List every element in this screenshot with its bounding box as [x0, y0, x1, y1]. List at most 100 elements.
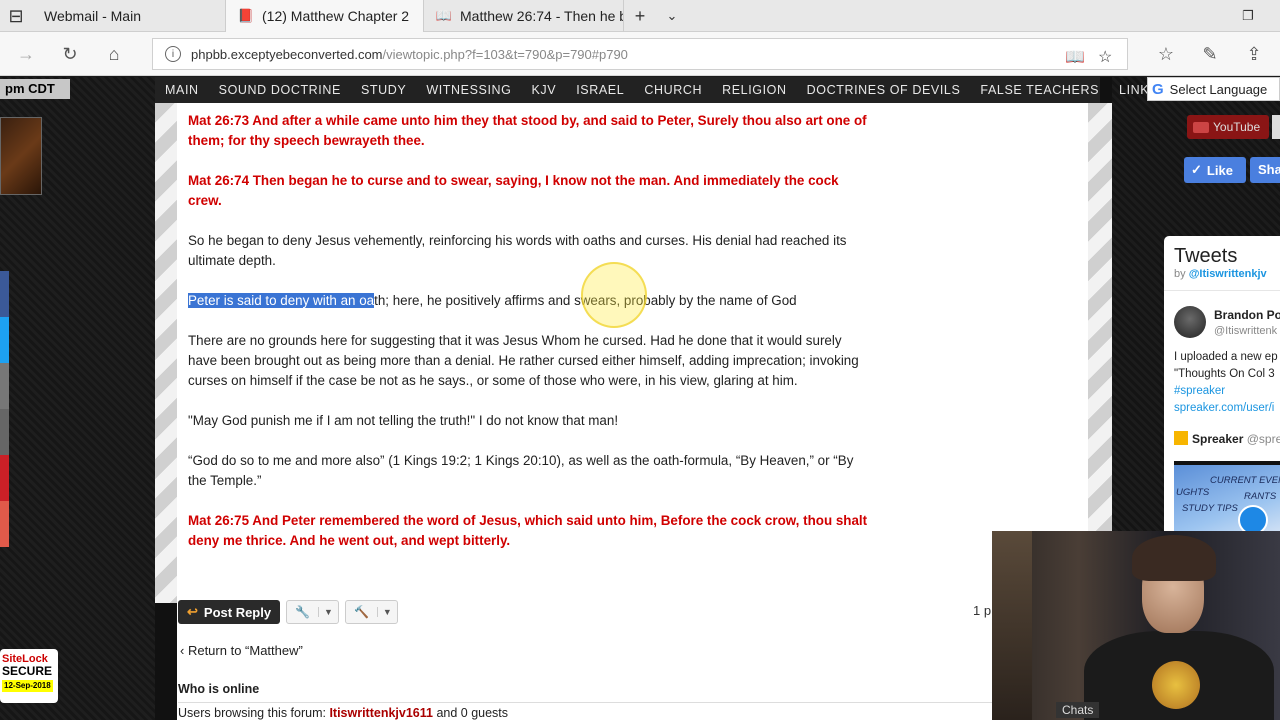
- thumb-text: UGHTS: [1176, 487, 1210, 498]
- verse-mat-26-74: Mat 26:74 Then began he to curse and to …: [188, 173, 839, 208]
- menu-item-israel[interactable]: ISRAEL: [576, 83, 624, 97]
- tab-matthew-2674[interactable]: 📖 Matthew 26:74 - Then he be: [424, 0, 624, 32]
- twitter-timeline-widget: Tweets by @Itiswrittenkjv Brandon Po @It…: [1164, 236, 1280, 536]
- like-label: Like: [1206, 162, 1233, 178]
- window-restore-icon[interactable]: ❐: [1232, 0, 1264, 32]
- return-link-label: Return to “Matthew”: [187, 643, 303, 658]
- url-field[interactable]: i phpbb.exceptyebeconverted.com/viewtopi…: [152, 38, 1128, 70]
- menu-item-religion[interactable]: RELIGION: [722, 83, 787, 97]
- online-users-line: Users browsing this forum: Itiswrittenkj…: [178, 702, 1088, 720]
- tweets-byline: by @Itiswrittenkjv: [1164, 268, 1280, 280]
- site-info-icon[interactable]: i: [165, 46, 181, 62]
- pagination-text: 1 p: [973, 603, 992, 618]
- share-icon[interactable]: ⇪: [1238, 38, 1270, 70]
- spreaker-star-icon: [1174, 431, 1188, 445]
- tab-title: (12) Matthew Chapter 2: [262, 8, 410, 24]
- commentary-paragraph: "May God punish me if I am not telling t…: [188, 413, 619, 428]
- menu-item-church[interactable]: CHURCH: [644, 83, 702, 97]
- topic-tools-button[interactable]: 🔧 ▼: [286, 600, 339, 624]
- tweet-author-handle: @Itiswrittenk: [1214, 325, 1278, 337]
- spreaker-card-header: Spreaker @spre: [1174, 431, 1280, 446]
- dropdown-caret-icon: ▼: [376, 607, 397, 617]
- facebook-like-button[interactable]: ✓ Like: [1184, 157, 1246, 183]
- verse-mat-26-75: Mat 26:75 And Peter remembered the word …: [188, 513, 868, 548]
- address-toolbar: → ↻ ⌂ i phpbb.exceptyebeconverted.com/vi…: [0, 32, 1280, 76]
- right-decorative-stripe: [1088, 103, 1112, 603]
- more-share-strip[interactable]: [0, 501, 9, 547]
- selected-text: Peter is said to deny with an oa: [188, 293, 375, 308]
- tweet-author-name[interactable]: Brandon Po: [1214, 308, 1280, 322]
- home-icon[interactable]: ⌂: [98, 38, 130, 70]
- tweet-text: I uploaded a new ep "Thoughts On Col 3 #…: [1174, 349, 1280, 417]
- menu-item-witnessing[interactable]: WITNESSING: [426, 83, 511, 97]
- tab-title: Webmail - Main: [44, 8, 141, 24]
- mouse-cursor-highlight: [581, 262, 647, 328]
- post-reply-button[interactable]: ↩ Post Reply: [178, 600, 281, 624]
- tweets-handle-link[interactable]: @Itiswrittenkjv: [1189, 268, 1267, 280]
- tweet-hashtag-link[interactable]: #spreaker: [1174, 383, 1280, 400]
- background-shelf: [992, 531, 1032, 720]
- facebook-share-button[interactable]: Sha: [1250, 157, 1280, 183]
- language-selector[interactable]: G Select Language: [1147, 77, 1280, 101]
- return-to-forum-link[interactable]: ‹ Return to “Matthew”: [180, 643, 303, 658]
- tab-matthew-chapter[interactable]: 📕 (12) Matthew Chapter 2: [226, 0, 424, 32]
- clock-label: pm CDT: [0, 79, 70, 99]
- shirt-logo: [1152, 661, 1200, 709]
- tweets-by: by: [1174, 268, 1189, 280]
- commentary-paragraph: There are no grounds here for suggesting…: [188, 333, 859, 388]
- pen-notes-icon[interactable]: ✎: [1194, 38, 1226, 70]
- google-g-icon: G: [1152, 80, 1164, 98]
- favorites-hub-icon[interactable]: ☆: [1150, 38, 1182, 70]
- thumb-text: STUDY TIPS: [1182, 503, 1238, 514]
- language-label: Select Language: [1169, 81, 1268, 97]
- avatar[interactable]: [1174, 306, 1206, 338]
- site-nav-menu: MAIN SOUND DOCTRINE STUDY WITNESSING KJV…: [155, 77, 1158, 103]
- new-tab-plus-icon[interactable]: +: [624, 0, 656, 32]
- online-user-link[interactable]: Itiswrittenkjv1611: [329, 706, 433, 720]
- tweet-url-link[interactable]: spreaker.com/user/i: [1174, 400, 1280, 417]
- tab-list-chevron-icon[interactable]: ⌄: [656, 0, 688, 32]
- commentary-paragraph: So he began to deny Jesus vehemently, re…: [188, 233, 847, 268]
- dropdown-caret-icon: ▼: [318, 607, 338, 617]
- bible-image[interactable]: [0, 117, 42, 195]
- who-is-online-heading: Who is online: [178, 682, 260, 696]
- check-icon: ✓: [1191, 162, 1202, 177]
- twitter-share-strip[interactable]: [0, 317, 9, 363]
- thumb-text: CURRENT EVENTS: [1210, 475, 1280, 486]
- favorite-star-icon[interactable]: ☆: [1098, 47, 1112, 67]
- reading-view-icon[interactable]: 📖: [1065, 47, 1085, 67]
- tweets-title: Tweets: [1174, 245, 1238, 267]
- menu-item-kjv[interactable]: KJV: [532, 83, 557, 97]
- youtube-subscribe-button[interactable]: YouTube: [1187, 115, 1269, 139]
- tab-webmail[interactable]: Webmail - Main: [32, 0, 226, 32]
- book-favicon-icon: 📖: [435, 8, 453, 23]
- print-share-strip[interactable]: [0, 409, 9, 455]
- presenter-hair: [1132, 535, 1216, 581]
- menu-item-false-teachers[interactable]: FALSE TEACHERS: [980, 83, 1099, 97]
- online-prefix: Users browsing this forum:: [178, 706, 330, 720]
- tweet-line: "Thoughts On Col 3: [1174, 368, 1275, 380]
- menu-item-doctrines-of-devils[interactable]: DOCTRINES OF DEVILS: [807, 83, 961, 97]
- post-reply-label: Post Reply: [203, 604, 272, 620]
- divider: [1164, 290, 1280, 291]
- tab-preview-icon[interactable]: ⊟: [0, 0, 32, 32]
- chats-tab[interactable]: Chats: [1056, 702, 1100, 718]
- left-decorative-stripe: [155, 103, 177, 603]
- thumb-text: RANTS: [1244, 491, 1277, 502]
- refresh-icon[interactable]: ↻: [54, 38, 86, 70]
- url-host: phpbb.exceptyebeconverted.com: [191, 46, 383, 62]
- moderator-tools-button[interactable]: 🔨 ▼: [344, 600, 398, 624]
- email-share-strip[interactable]: [0, 363, 9, 409]
- menu-item-study[interactable]: STUDY: [361, 83, 406, 97]
- verse-mat-26-73: Mat 26:73 And after a while came unto hi…: [188, 113, 867, 148]
- menu-item-main[interactable]: MAIN: [165, 83, 199, 97]
- forward-arrow-icon[interactable]: →: [10, 38, 42, 70]
- sitelock-badge[interactable]: SiteLock SECURE 12-Sep-2018: [0, 649, 58, 703]
- post-body: Mat 26:73 And after a while came unto hi…: [188, 111, 868, 571]
- facebook-share-strip[interactable]: [0, 271, 9, 317]
- gavel-icon: 🔨: [353, 605, 369, 619]
- webcam-overlay: [992, 531, 1280, 720]
- pinterest-share-strip[interactable]: [0, 455, 9, 501]
- podcast-thumbnail[interactable]: CURRENT EVENTS UGHTS RANTS STUDY TIPS: [1174, 461, 1280, 536]
- menu-item-sound-doctrine[interactable]: SOUND DOCTRINE: [219, 83, 341, 97]
